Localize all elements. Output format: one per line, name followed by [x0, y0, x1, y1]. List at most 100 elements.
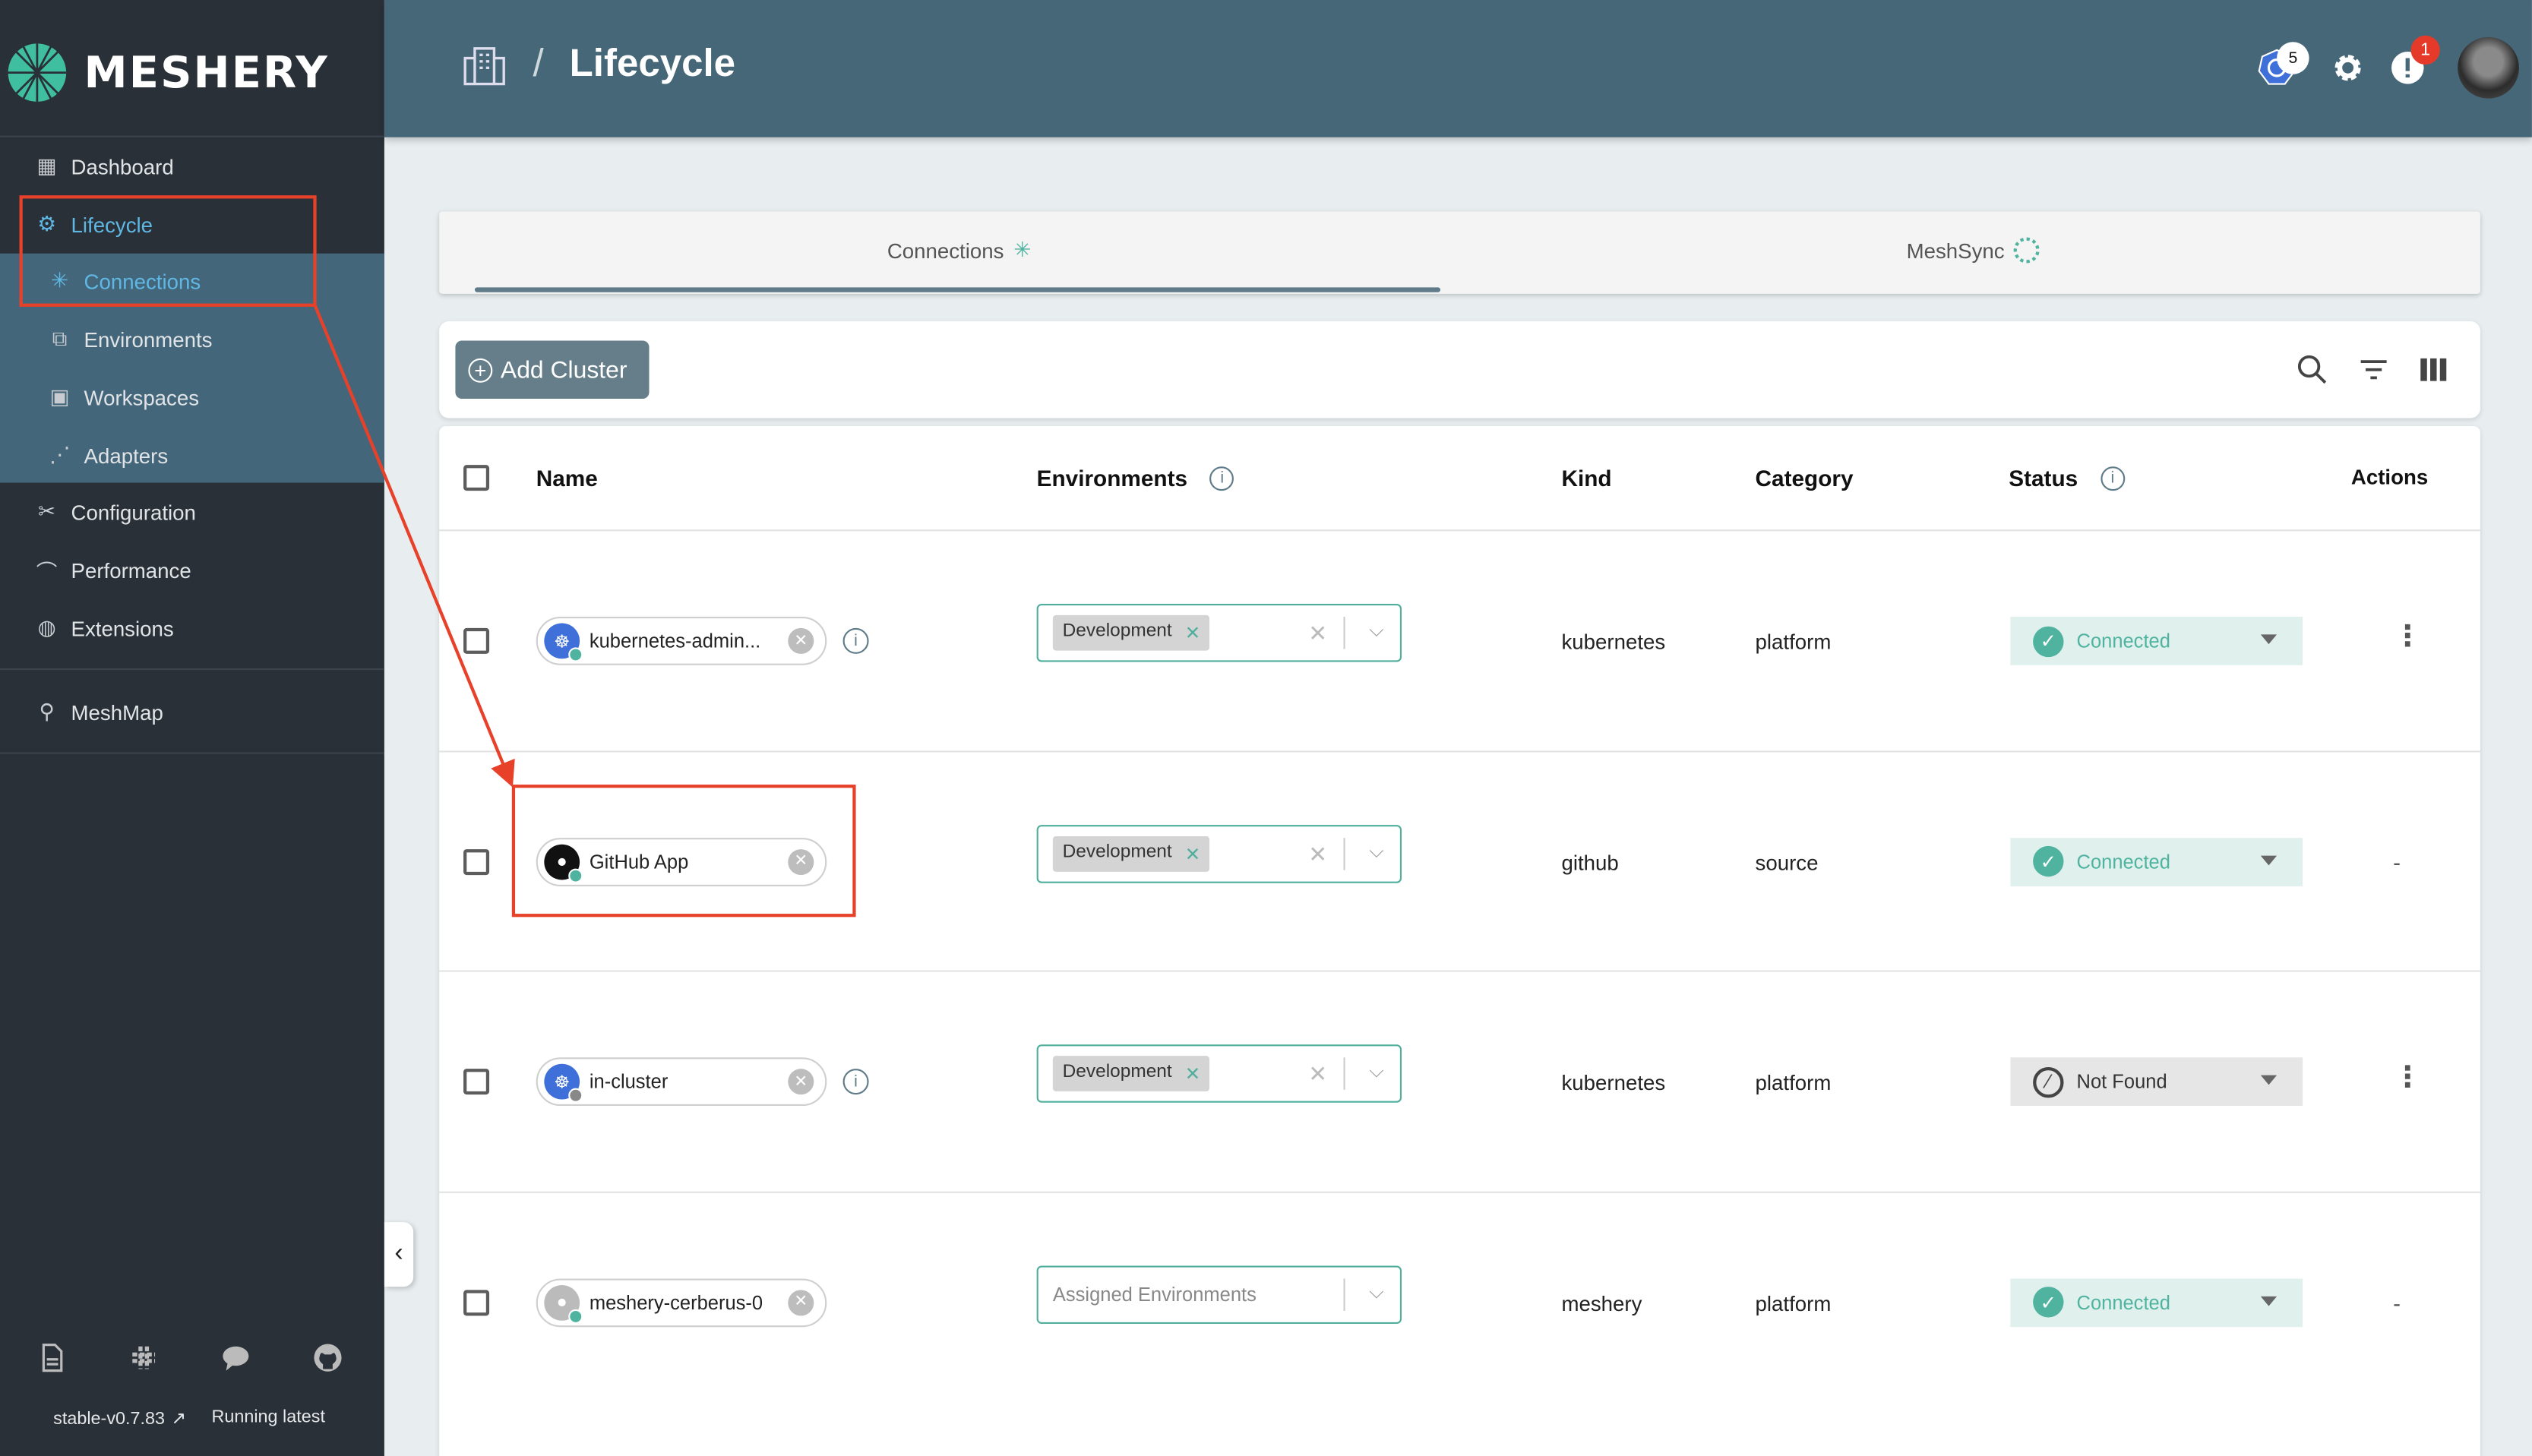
- clear-icon[interactable]: ✕: [1308, 620, 1327, 647]
- environments-select[interactable]: Development ✕ ✕ ⌵: [1036, 1044, 1402, 1103]
- column-header-status[interactable]: Status i: [2009, 465, 2125, 491]
- filter-icon[interactable]: [2357, 354, 2390, 387]
- separator: [1343, 616, 1345, 649]
- sidebar-item-performance[interactable]: ⌒ Performance: [0, 542, 384, 597]
- collapse-sidebar-button[interactable]: ‹: [384, 1222, 414, 1287]
- remove-tag-icon[interactable]: ✕: [1185, 1063, 1200, 1085]
- kubernetes-contexts-button[interactable]: 5: [2258, 42, 2309, 87]
- connections-icon: ✳: [51, 267, 69, 292]
- chevron-down-icon[interactable]: ⌵: [1369, 1059, 1383, 1083]
- status-dropdown[interactable]: ⁄ Not Found: [2010, 1057, 2303, 1107]
- chevron-down-icon[interactable]: ⌵: [1369, 839, 1383, 863]
- category-cell: platform: [1755, 1290, 1832, 1315]
- sidebar-item-label: Lifecycle: [71, 212, 153, 237]
- column-header-category[interactable]: Category: [1756, 465, 1854, 491]
- connection-name-chip[interactable]: ● GitHub App ✕: [536, 837, 827, 886]
- tab-meshsync[interactable]: MeshSync: [1489, 211, 2458, 289]
- kind-cell: kubernetes: [1561, 629, 1666, 654]
- sidebar-item-label: Dashboard: [71, 153, 174, 178]
- environments-icon: ⧉: [52, 326, 68, 351]
- search-icon[interactable]: [2297, 354, 2329, 387]
- environments-select[interactable]: Development ✕ ✕ ⌵: [1036, 603, 1402, 662]
- remove-connection-icon[interactable]: ✕: [788, 1069, 814, 1095]
- connection-name-chip[interactable]: ☸ in-cluster ✕: [536, 1057, 827, 1107]
- environment-tag: Development ✕: [1052, 1056, 1210, 1091]
- sidebar-item-lifecycle[interactable]: ⚙ Lifecycle: [0, 197, 384, 251]
- meshery-logo[interactable]: MESHERY: [7, 42, 329, 103]
- caret-down-icon: [2260, 634, 2278, 645]
- table-row: ☸ kubernetes-admin... ✕ i Development ✕ ✕ ⌵ kube…: [439, 529, 2480, 750]
- environment-tag: Development ✕: [1052, 614, 1210, 651]
- select-all-checkbox[interactable]: [463, 465, 490, 491]
- connection-name: GitHub App: [589, 850, 689, 873]
- table-row: ☸ in-cluster ✕ i Development ✕ ✕ ⌵ kubernetes pla…: [439, 970, 2480, 1191]
- tabs-bar: Connections ✳ MeshSync: [439, 211, 2480, 294]
- environment-tag-label: Development: [1062, 1062, 1172, 1082]
- columns-icon[interactable]: [2417, 354, 2450, 387]
- sidebar-item-label: Configuration: [71, 499, 196, 524]
- remove-connection-icon[interactable]: ✕: [788, 848, 814, 875]
- add-cluster-button[interactable]: + Add Cluster: [455, 340, 650, 400]
- info-icon[interactable]: i: [1209, 466, 1234, 491]
- sidebar-item-environments[interactable]: ⧉ Environments: [0, 311, 384, 366]
- sidebar-item-meshmap[interactable]: ⚲ MeshMap: [0, 684, 384, 739]
- remove-tag-icon[interactable]: ✕: [1185, 621, 1200, 645]
- status-dropdown[interactable]: ✓ Connected: [2010, 1278, 2303, 1327]
- more-actions-icon[interactable]: ⋮: [2393, 621, 2422, 650]
- row-checkbox[interactable]: [463, 1069, 490, 1095]
- info-icon[interactable]: i: [842, 627, 869, 654]
- info-icon[interactable]: i: [2100, 466, 2125, 491]
- environment-tag: Development ✕: [1052, 835, 1210, 871]
- status-dropdown[interactable]: ✓ Connected: [2010, 837, 2303, 886]
- sidebar-item-label: Adapters: [84, 443, 169, 468]
- more-actions-icon[interactable]: ⋮: [2393, 1063, 2422, 1091]
- docs-icon[interactable]: [37, 1343, 66, 1372]
- settings-gear-icon[interactable]: [2331, 52, 2364, 84]
- info-icon[interactable]: i: [842, 1069, 869, 1095]
- tab-connections[interactable]: Connections ✳: [475, 211, 1443, 289]
- github-icon[interactable]: [313, 1343, 342, 1372]
- version-link[interactable]: stable-v0.7.83 ↗: [53, 1408, 186, 1429]
- chevron-down-icon[interactable]: ⌵: [1369, 618, 1383, 643]
- sidebar-item-workspaces[interactable]: ▣ Workspaces: [0, 370, 384, 425]
- status-label: Not Found: [2076, 1070, 2167, 1094]
- connection-name-chip[interactable]: ☸ kubernetes-admin... ✕: [536, 616, 827, 665]
- row-checkbox[interactable]: [463, 848, 490, 875]
- connection-name: in-cluster: [589, 1070, 669, 1094]
- row-checkbox[interactable]: [463, 1289, 490, 1315]
- remove-tag-icon[interactable]: ✕: [1185, 842, 1200, 865]
- category-cell: platform: [1755, 629, 1832, 654]
- user-avatar[interactable]: [2458, 36, 2519, 99]
- sidebar-item-dashboard[interactable]: ▦ Dashboard: [0, 139, 384, 194]
- status-label: Connected: [2076, 850, 2170, 873]
- remove-connection-icon[interactable]: ✕: [788, 1289, 814, 1315]
- chat-icon[interactable]: [221, 1343, 250, 1372]
- clear-icon[interactable]: ✕: [1308, 840, 1327, 867]
- slack-icon[interactable]: [129, 1343, 158, 1372]
- user-icon: ●: [544, 1284, 583, 1323]
- column-header-environments[interactable]: Environments i: [1037, 465, 1234, 491]
- separator: [1343, 1057, 1345, 1090]
- chevron-down-icon[interactable]: ⌵: [1369, 1280, 1383, 1304]
- status-dropdown[interactable]: ✓ Connected: [2010, 616, 2303, 665]
- column-header-kind[interactable]: Kind: [1561, 465, 1611, 491]
- row-checkbox[interactable]: [463, 627, 490, 654]
- environments-placeholder: Assigned Environments: [1052, 1282, 1257, 1306]
- clear-icon[interactable]: ✕: [1308, 1061, 1327, 1088]
- remove-connection-icon[interactable]: ✕: [788, 627, 814, 654]
- sidebar-item-extensions[interactable]: ◍ Extensions: [0, 601, 384, 655]
- connection-status-dot: [568, 1308, 583, 1323]
- sidebar-item-adapters[interactable]: ⋰ Adapters: [0, 428, 384, 482]
- building-icon[interactable]: [462, 42, 507, 87]
- sidebar-item-configuration[interactable]: ✂ Configuration: [0, 485, 384, 539]
- notifications-button[interactable]: 1: [2391, 35, 2440, 84]
- performance-icon: ⌒: [36, 559, 58, 584]
- extensions-icon: ◍: [37, 614, 56, 640]
- separator: [1343, 837, 1345, 870]
- environments-select[interactable]: Development ✕ ✕ ⌵: [1036, 824, 1402, 883]
- sidebar-item-connections[interactable]: ✳ Connections: [0, 254, 384, 308]
- environments-select[interactable]: Assigned Environments ⌵: [1036, 1265, 1402, 1323]
- connection-name-chip[interactable]: ● meshery-cerberus-0 ✕: [536, 1278, 827, 1327]
- check-circle-icon: ✓: [2033, 625, 2064, 657]
- column-header-name[interactable]: Name: [536, 465, 598, 491]
